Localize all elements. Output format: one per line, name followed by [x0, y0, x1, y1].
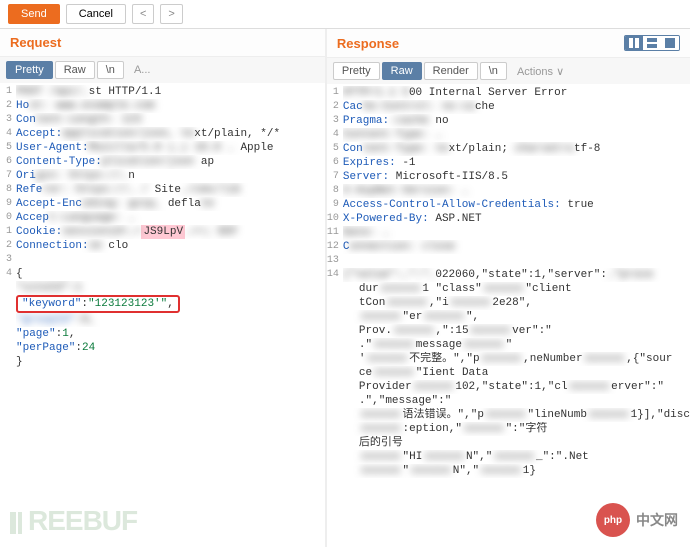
tab-pretty[interactable]: Pretty	[6, 61, 53, 79]
view-rows-icon[interactable]	[643, 36, 661, 50]
tab-actions[interactable]: Actions ∨	[509, 63, 572, 80]
php-logo: php 中文网	[596, 503, 678, 537]
watermark: REEBUF	[10, 505, 137, 537]
tab-pretty-resp[interactable]: Pretty	[333, 62, 380, 80]
send-button[interactable]: Send	[8, 4, 60, 24]
response-body[interactable]: 1HTTP/1.1 500 Internal Server Error2Cach…	[327, 84, 690, 547]
top-toolbar: Send Cancel < >	[0, 0, 690, 29]
response-pane: Response Pretty Raw Render \n Actions ∨ …	[326, 29, 690, 547]
prev-button[interactable]: <	[132, 4, 154, 24]
php-text: 中文网	[636, 510, 678, 530]
request-pane: Request Pretty Raw \n A... 1POST /api/…s…	[0, 29, 326, 547]
tab-newline[interactable]: \n	[97, 61, 124, 79]
view-columns-icon[interactable]	[625, 36, 643, 50]
tab-raw[interactable]: Raw	[55, 61, 95, 79]
view-single-icon[interactable]	[661, 36, 679, 50]
request-tabs: Pretty Raw \n A...	[0, 57, 325, 83]
tab-a[interactable]: A...	[126, 62, 159, 78]
tab-raw-resp[interactable]: Raw	[382, 62, 422, 80]
php-icon: php	[596, 503, 630, 537]
next-button[interactable]: >	[160, 4, 182, 24]
request-body[interactable]: 1POST /api/…st HTTP/1.12Host: www.exampl…	[0, 83, 325, 547]
tab-newline-resp[interactable]: \n	[480, 62, 507, 80]
response-tabs: Pretty Raw Render \n Actions ∨	[327, 58, 690, 84]
view-mode-group	[624, 35, 680, 51]
tab-render[interactable]: Render	[424, 62, 478, 80]
response-title: Response	[337, 36, 399, 51]
request-title: Request	[10, 35, 61, 50]
cancel-button[interactable]: Cancel	[66, 4, 126, 24]
